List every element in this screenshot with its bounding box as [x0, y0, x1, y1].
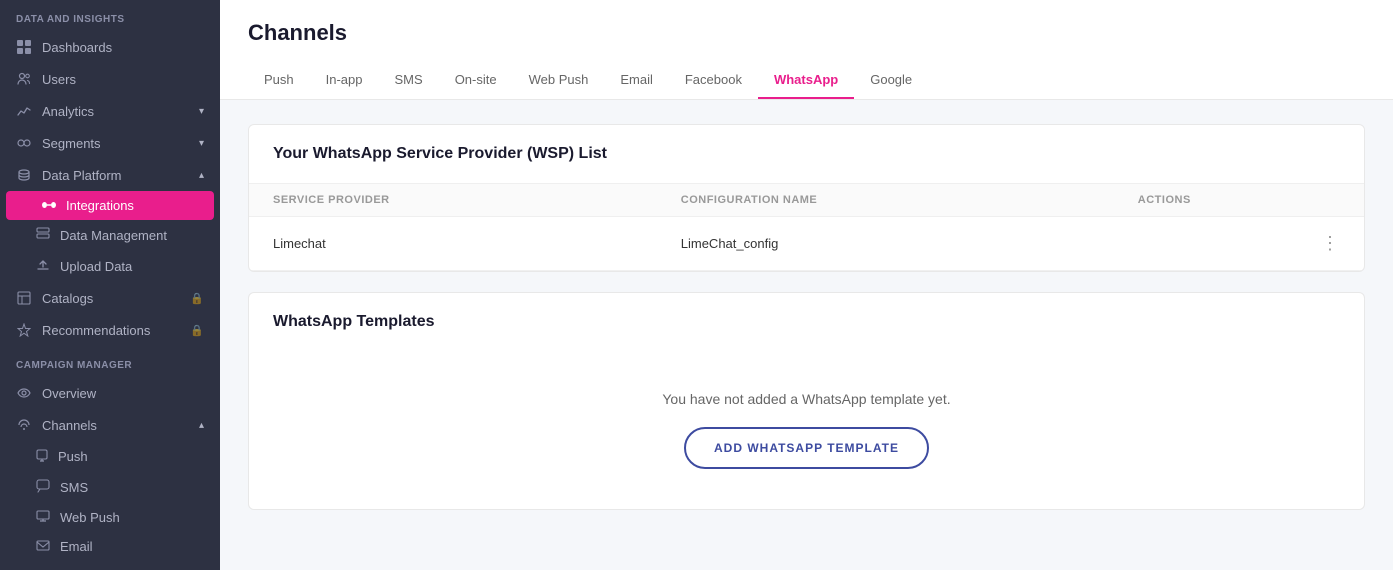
- chevron-down-icon: ▾: [199, 138, 204, 149]
- templates-card: WhatsApp Templates You have not added a …: [248, 292, 1365, 510]
- sidebar-email-label: Email: [60, 539, 93, 554]
- tab-whatsapp[interactable]: WhatsApp: [758, 62, 854, 99]
- sidebar-item-analytics-label: Analytics: [42, 104, 189, 119]
- sidebar-integrations-label: Integrations: [66, 198, 134, 213]
- tab-facebook[interactable]: Facebook: [669, 62, 758, 99]
- sidebar-item-push[interactable]: Push: [0, 441, 220, 472]
- sidebar-overview-label: Overview: [42, 386, 204, 401]
- tab-in-app[interactable]: In-app: [310, 62, 379, 99]
- wsp-card: Your WhatsApp Service Provider (WSP) Lis…: [248, 124, 1365, 272]
- users-icon: [16, 71, 32, 87]
- section-title-campaign: CAMPAIGN MANAGER: [0, 346, 220, 377]
- catalogs-icon: [16, 290, 32, 306]
- sidebar-sms-label: SMS: [60, 480, 88, 495]
- sidebar-push-label: Push: [58, 449, 88, 464]
- tab-email[interactable]: Email: [604, 62, 669, 99]
- sidebar-item-integrations[interactable]: Integrations: [6, 191, 214, 220]
- col-actions: ACTIONS: [1114, 184, 1364, 217]
- config-cell: LimeChat_config: [657, 217, 1114, 271]
- sidebar-item-segments[interactable]: Segments ▾: [0, 127, 220, 159]
- page-header: Channels Push In-app SMS On-site Web Pus…: [220, 0, 1393, 100]
- sidebar: DATA AND INSIGHTS Dashboards Users: [0, 0, 220, 570]
- sidebar-item-segments-label: Segments: [42, 136, 189, 151]
- sidebar-item-catalogs[interactable]: Catalogs 🔒: [0, 282, 220, 314]
- sidebar-web-push-label: Web Push: [60, 510, 120, 525]
- push-icon: [36, 448, 48, 465]
- sidebar-data-mgmt-label: Data Management: [60, 228, 167, 243]
- add-whatsapp-template-button[interactable]: ADD WHATSAPP TEMPLATE: [684, 427, 929, 469]
- main-content: Channels Push In-app SMS On-site Web Pus…: [220, 0, 1393, 570]
- sidebar-item-users[interactable]: Users: [0, 63, 220, 95]
- sidebar-item-data-management[interactable]: Data Management: [0, 220, 220, 251]
- provider-cell: Limechat: [249, 217, 657, 271]
- sidebar-channels-label: Channels: [42, 418, 189, 433]
- sidebar-item-web-push[interactable]: Web Push: [0, 503, 220, 532]
- data-mgmt-icon: [36, 227, 50, 244]
- channels-icon: [16, 417, 32, 433]
- sidebar-item-upload-data[interactable]: Upload Data: [0, 251, 220, 282]
- recommendations-icon: [16, 322, 32, 338]
- email-icon: [36, 539, 50, 554]
- tab-sms[interactable]: SMS: [379, 62, 439, 99]
- tab-push[interactable]: Push: [248, 62, 310, 99]
- sidebar-upload-label: Upload Data: [60, 259, 132, 274]
- empty-state-text: You have not added a WhatsApp template y…: [273, 391, 1340, 407]
- sidebar-item-users-label: Users: [42, 72, 204, 87]
- chevron-up-icon: ▴: [199, 170, 204, 181]
- table-row: Limechat LimeChat_config ⋮: [249, 217, 1364, 271]
- wsp-card-title: Your WhatsApp Service Provider (WSP) Lis…: [249, 125, 1364, 183]
- tab-on-site[interactable]: On-site: [439, 62, 513, 99]
- sidebar-item-dashboards-label: Dashboards: [42, 40, 204, 55]
- sidebar-item-channels[interactable]: Channels ▴: [0, 409, 220, 441]
- page-title: Channels: [248, 20, 1365, 46]
- grid-icon: [16, 39, 32, 55]
- sms-icon: [36, 479, 50, 496]
- sidebar-item-sms[interactable]: SMS: [0, 472, 220, 503]
- segments-icon: [16, 135, 32, 151]
- data-platform-icon: [16, 167, 32, 183]
- wsp-table: SERVICE PROVIDER CONFIGURATION NAME ACTI…: [249, 183, 1364, 271]
- web-push-icon: [36, 510, 50, 525]
- upload-icon: [36, 258, 50, 275]
- sidebar-item-dashboards[interactable]: Dashboards: [0, 31, 220, 63]
- integrations-icon: [42, 198, 56, 213]
- chevron-up-icon: ▴: [199, 420, 204, 431]
- analytics-icon: [16, 103, 32, 119]
- sidebar-item-data-platform[interactable]: Data Platform ▴: [0, 159, 220, 191]
- chevron-down-icon: ▾: [199, 106, 204, 117]
- sidebar-item-email[interactable]: Email: [0, 532, 220, 561]
- tab-bar: Push In-app SMS On-site Web Push Email F…: [248, 62, 1365, 99]
- empty-state: You have not added a WhatsApp template y…: [249, 351, 1364, 509]
- lock-icon: 🔒: [190, 324, 204, 337]
- templates-card-title: WhatsApp Templates: [249, 293, 1364, 351]
- sidebar-recommendations-label: Recommendations: [42, 323, 180, 338]
- sidebar-item-recommendations[interactable]: Recommendations 🔒: [0, 314, 220, 346]
- sidebar-catalogs-label: Catalogs: [42, 291, 180, 306]
- col-service-provider: SERVICE PROVIDER: [249, 184, 657, 217]
- tab-google[interactable]: Google: [854, 62, 928, 99]
- lock-icon: 🔒: [190, 292, 204, 305]
- eye-icon: [16, 385, 32, 401]
- col-config-name: CONFIGURATION NAME: [657, 184, 1114, 217]
- sidebar-item-analytics[interactable]: Analytics ▾: [0, 95, 220, 127]
- sidebar-item-overview[interactable]: Overview: [0, 377, 220, 409]
- actions-menu-button[interactable]: ⋮: [1321, 233, 1340, 253]
- section-title-data: DATA AND INSIGHTS: [0, 0, 220, 31]
- sidebar-item-data-platform-label: Data Platform: [42, 168, 189, 183]
- actions-cell: ⋮: [1114, 217, 1364, 271]
- content-area: Your WhatsApp Service Provider (WSP) Lis…: [220, 100, 1393, 570]
- tab-web-push[interactable]: Web Push: [513, 62, 605, 99]
